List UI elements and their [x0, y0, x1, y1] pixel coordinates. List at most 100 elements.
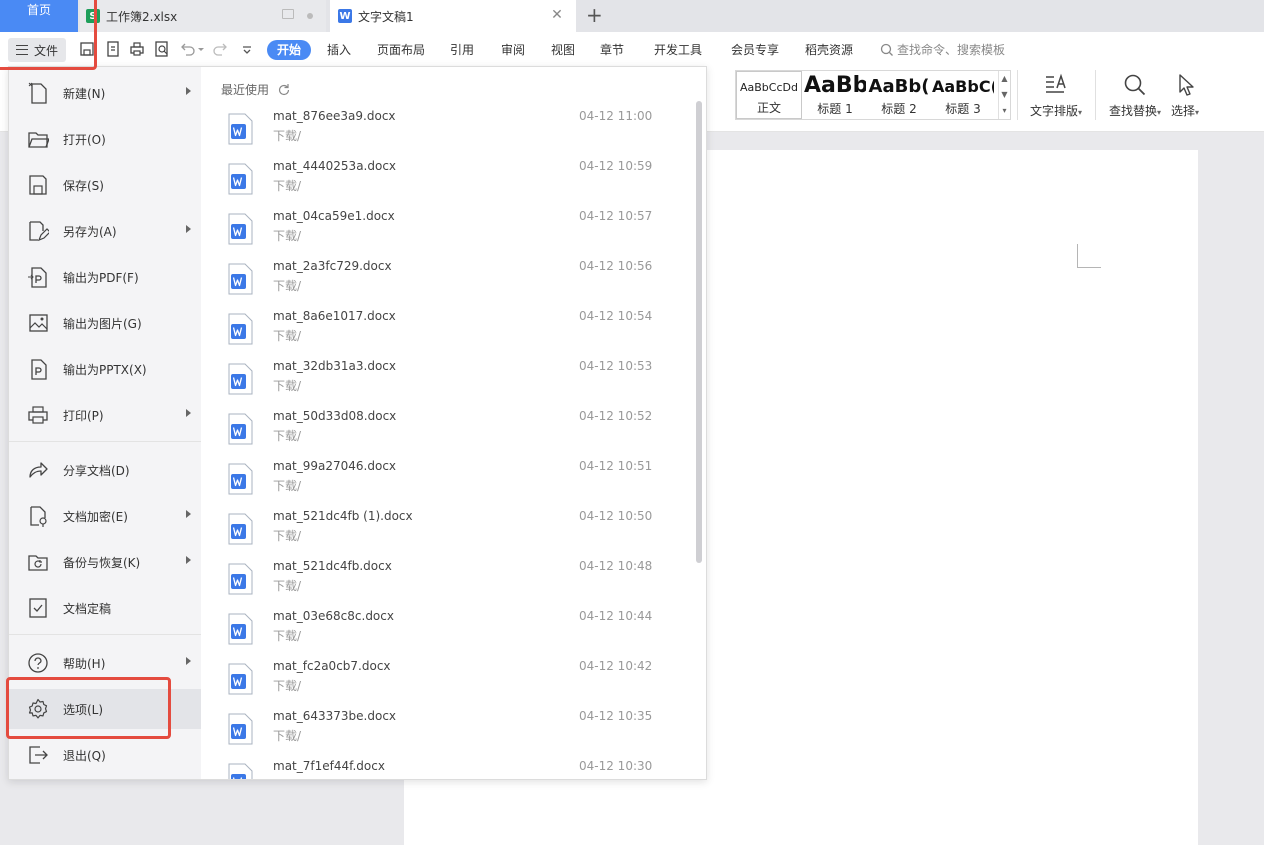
ribbon-tab-review[interactable]: 审阅 [501, 40, 525, 60]
submenu-arrow-icon [186, 225, 191, 233]
recent-file-time: 04-12 10:30 [579, 759, 653, 773]
recent-file-time: 04-12 10:48 [579, 559, 653, 573]
recent-file-path: 下载/ [273, 429, 302, 443]
recent-file-row[interactable]: mat_fc2a0cb7.docx 下载/04-12 10:42 [227, 659, 687, 709]
menu-item-new[interactable]: 新建(N) [9, 73, 201, 113]
docx-file-icon [228, 113, 253, 145]
redo-icon[interactable] [212, 40, 230, 58]
ribbon-tab-chapter[interactable]: 章节 [600, 40, 624, 60]
recent-file-row[interactable]: mat_03e68c8c.docx 下载/04-12 10:44 [227, 609, 687, 659]
recent-file-path: 下载/ [273, 229, 302, 243]
menu-item-finalize[interactable]: 文档定稿 [9, 588, 201, 628]
expand-gallery-icon[interactable]: ▾ [999, 103, 1010, 119]
ribbon-tab-view[interactable]: 视图 [551, 40, 575, 60]
image-export-icon [27, 311, 49, 335]
menu-item-export-pdf[interactable]: 输出为PDF(F) [9, 257, 201, 297]
menu-item-encrypt[interactable]: 文档加密(E) [9, 496, 201, 536]
menu-item-export-image[interactable]: 输出为图片(G) [9, 303, 201, 343]
magnifier-icon [1124, 74, 1146, 96]
recent-file-name: mat_4440253a.docx [273, 159, 397, 173]
customize-toolbar-icon[interactable] [238, 40, 256, 58]
recent-file-name: mat_03e68c8c.docx [273, 609, 394, 623]
recent-file-time: 04-12 10:57 [579, 209, 653, 223]
exit-icon [27, 743, 49, 767]
recent-file-row[interactable]: mat_99a27046.docx 下载/04-12 10:51 [227, 459, 687, 509]
undo-icon[interactable] [178, 40, 196, 58]
recent-file-row[interactable]: mat_32db31a3.docx 下载/04-12 10:53 [227, 359, 687, 409]
select-button[interactable]: 选择▾ [1160, 70, 1210, 122]
ribbon-tab-insert[interactable]: 插入 [327, 40, 351, 60]
recent-file-row[interactable]: mat_876ee3a9.docx 下载/04-12 11:00 [227, 109, 687, 159]
ribbon-tab-developer[interactable]: 开发工具 [654, 40, 702, 60]
tab-document[interactable]: W 文字文稿1 ✕ [330, 0, 576, 32]
docx-file-icon [228, 263, 253, 295]
recent-file-row[interactable]: mat_4440253a.docx 下载/04-12 10:59 [227, 159, 687, 209]
menu-item-backup[interactable]: 备份与恢复(K) [9, 542, 201, 582]
menu-item-open[interactable]: 打开(O) [9, 119, 201, 159]
submenu-arrow-icon [186, 556, 191, 564]
new-tab-button[interactable]: + [586, 5, 603, 25]
refresh-icon[interactable] [277, 83, 291, 97]
menu-item-encrypt-label: 文档加密(E) [63, 509, 128, 524]
ribbon-tab-docer[interactable]: 稻壳资源 [805, 40, 853, 60]
scroll-up-icon[interactable]: ▲ [999, 71, 1010, 87]
recent-file-row[interactable]: mat_521dc4fb.docx 下载/04-12 10:48 [227, 559, 687, 609]
recent-file-row[interactable]: mat_7f1ef44f.docx 下载/04-12 10:30 [227, 759, 687, 779]
style-normal[interactable]: AaBbCcDd 正文 [736, 71, 802, 119]
docx-file-icon [228, 563, 253, 595]
recent-file-row[interactable]: mat_8a6e1017.docx 下载/04-12 10:54 [227, 309, 687, 359]
recent-file-name: mat_fc2a0cb7.docx [273, 659, 391, 673]
separator [1095, 70, 1096, 120]
recent-file-path: 下载/ [273, 679, 302, 693]
menu-item-print[interactable]: 打印(P) [9, 395, 201, 435]
menu-item-save-as[interactable]: 另存为(A) [9, 211, 201, 251]
backup-icon [27, 550, 49, 574]
docx-file-icon [228, 513, 253, 545]
print-quick-icon[interactable] [128, 40, 146, 58]
undo-dropdown-icon[interactable] [196, 40, 206, 58]
print-preview-icon[interactable] [153, 40, 171, 58]
menu-item-save[interactable]: 保存(S) [9, 165, 201, 205]
menu-item-export-pptx[interactable]: 输出为PPTX(X) [9, 349, 201, 389]
scrollbar[interactable] [696, 101, 702, 563]
export-quick-icon[interactable] [104, 40, 122, 58]
ribbon-tab-member[interactable]: 会员专享 [731, 40, 779, 60]
ribbon-tab-references[interactable]: 引用 [450, 40, 474, 60]
ribbon-tab-layout[interactable]: 页面布局 [377, 40, 425, 60]
text-layout-button[interactable]: 文字排版▾ [1021, 70, 1091, 122]
menu-item-share[interactable]: 分享文档(D) [9, 450, 201, 490]
tab-document-label: 文字文稿1 [358, 9, 414, 24]
recent-file-time: 04-12 10:50 [579, 509, 653, 523]
style-heading-2-sample: AaBb( [868, 76, 930, 97]
menu-item-exit[interactable]: 退出(Q) [9, 735, 201, 775]
recent-file-time: 04-12 10:56 [579, 259, 653, 273]
style-heading-2[interactable]: AaBb( 标题 2 [868, 71, 930, 119]
recent-file-name: mat_521dc4fb (1).docx [273, 509, 413, 523]
find-replace-label: 查找替换 [1108, 104, 1157, 118]
recent-file-name: mat_99a27046.docx [273, 459, 397, 473]
docx-file-icon [228, 763, 253, 779]
recent-file-row[interactable]: mat_04ca59e1.docx 下载/04-12 10:57 [227, 209, 687, 259]
recent-file-row[interactable]: mat_50d33d08.docx 下载/04-12 10:52 [227, 409, 687, 459]
scroll-down-icon[interactable]: ▼ [999, 87, 1010, 103]
recent-file-path: 下载/ [273, 279, 302, 293]
new-file-icon [27, 81, 49, 105]
docx-file-icon [228, 413, 253, 445]
save-as-icon [27, 219, 49, 243]
menu-item-backup-label: 备份与恢复(K) [63, 555, 141, 570]
recent-file-row[interactable]: mat_521dc4fb (1).docx 下载/04-12 10:50 [227, 509, 687, 559]
unsaved-dot-icon [307, 13, 313, 19]
print-icon [27, 403, 49, 427]
style-heading-1[interactable]: AaBb 标题 1 [804, 71, 866, 119]
recent-file-row[interactable]: mat_2a3fc729.docx 下载/04-12 10:56 [227, 259, 687, 309]
ribbon-tab-home[interactable]: 开始 [267, 40, 312, 60]
command-search[interactable]: 查找命令、搜索模板 [880, 40, 1005, 60]
monitor-icon[interactable] [282, 9, 294, 19]
menu-item-new-label: 新建(N) [63, 86, 106, 101]
style-heading-3[interactable]: AaBbC( 标题 3 [932, 71, 994, 119]
recent-file-row[interactable]: mat_643373be.docx 下载/04-12 10:35 [227, 709, 687, 759]
styles-scroll[interactable]: ▲ ▼ ▾ [998, 71, 1010, 119]
close-icon[interactable]: ✕ [550, 8, 564, 22]
tab-workbook[interactable]: S 工作簿2.xlsx [80, 0, 326, 32]
submenu-arrow-icon [186, 409, 191, 417]
